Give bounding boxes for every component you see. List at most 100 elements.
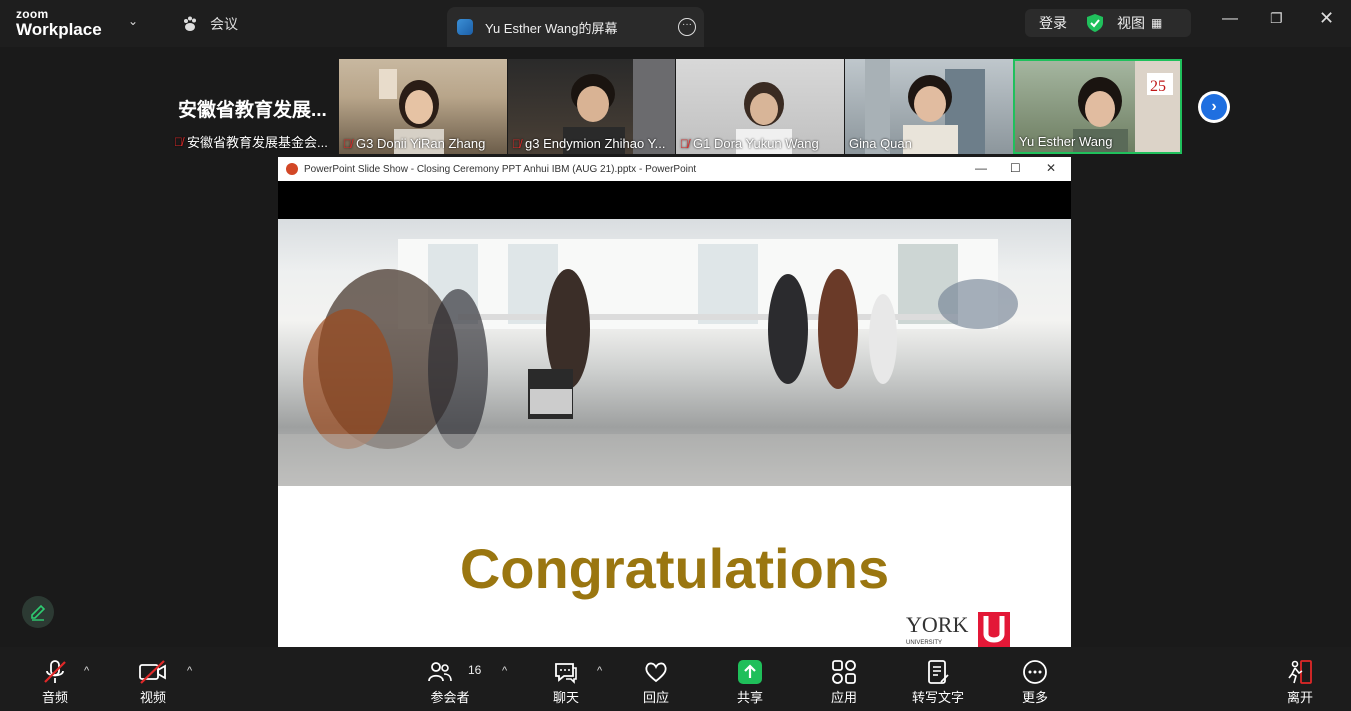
pencil-icon	[31, 604, 46, 621]
participant-name: 🎙̸ G3 Donii YiRan Zhang	[343, 136, 485, 151]
shared-screen: PowerPoint Slide Show - Closing Ceremony…	[278, 157, 1071, 647]
participant-name-text: Yu Esther Wang	[1019, 134, 1113, 149]
chevron-right-icon: ›	[1201, 94, 1227, 120]
apps-icon	[832, 660, 856, 684]
zoom-logo: zoom Workplace	[16, 8, 102, 38]
participant-name: Yu Esther Wang	[1019, 134, 1112, 149]
screen-share-icon	[457, 19, 473, 35]
powerpoint-title-bar: PowerPoint Slide Show - Closing Ceremony…	[278, 157, 1071, 181]
participants-label: 参会者	[430, 690, 470, 705]
more-options-icon[interactable]: ···	[678, 18, 696, 36]
participants-options-chevron-up-icon[interactable]: ^	[502, 665, 507, 677]
muted-mic-icon: 🎙̸	[343, 136, 352, 151]
participant-name: 🎙̸ 安徽省教育发展基金会...	[174, 132, 328, 151]
restore-icon[interactable]: ❐	[1270, 10, 1283, 27]
participants-count: 16	[468, 663, 482, 677]
participant-name-text: 安徽省教育发展基金会...	[187, 135, 328, 150]
meeting-menu[interactable]: 会议	[182, 14, 238, 34]
video-muted-icon	[139, 660, 166, 684]
heart-icon	[645, 662, 667, 683]
ppt-close-icon[interactable]: ✕	[1046, 161, 1056, 175]
meeting-menu-label: 会议	[210, 16, 238, 32]
transcript-button[interactable]: 转写文字	[898, 647, 978, 711]
annotate-button[interactable]	[22, 596, 54, 628]
participant-tile-video[interactable]: Gina Quan	[845, 59, 1013, 154]
ppt-minimize-icon[interactable]: —	[975, 161, 987, 175]
transcript-icon	[928, 660, 949, 684]
participant-name: 🎙̸ G1 Dora Yukun Wang	[680, 136, 819, 151]
more-button[interactable]: 更多	[995, 647, 1075, 711]
meeting-toolbar: 音频 ^ 视频 ^ 参会者 16 ^ 聊天 ^ 回应 共享 应用 转写文字 更多…	[0, 647, 1351, 711]
participant-tile-group[interactable]: 安徽省教育发展... 🎙̸ 安徽省教育发展基金会...	[170, 59, 338, 154]
leave-icon	[1288, 660, 1312, 684]
microphone-muted-icon	[44, 660, 66, 683]
more-label: 更多	[1021, 690, 1048, 705]
chat-options-chevron-up-icon[interactable]: ^	[597, 665, 602, 677]
title-bar: zoom Workplace ⌄ 会议 Yu Esther Wang的屏幕 ··…	[0, 0, 1351, 47]
header-right-controls: 登录 视图 ▦	[1025, 9, 1191, 37]
participant-name: Gina Quan	[849, 136, 912, 151]
participant-name-text: Gina Quan	[849, 136, 912, 151]
audio-label: 音频	[41, 690, 68, 705]
slide-photo	[278, 219, 1071, 486]
screen-share-tab[interactable]: Yu Esther Wang的屏幕 ···	[447, 7, 704, 47]
react-label: 回应	[642, 690, 669, 705]
apps-button[interactable]: 应用	[804, 647, 884, 711]
security-shield-icon[interactable]	[1087, 14, 1103, 32]
ppt-maximize-icon[interactable]: ☐	[1010, 161, 1021, 175]
participant-name-text: G1 Dora Yukun Wang	[693, 136, 819, 151]
muted-mic-icon: 🎙̸	[512, 136, 521, 151]
audio-options-chevron-up-icon[interactable]: ^	[84, 665, 89, 677]
apps-label: 应用	[830, 690, 857, 705]
share-button[interactable]: 共享	[710, 647, 790, 711]
leave-button[interactable]: 离开	[1260, 647, 1340, 711]
slide-heading: Congratulations	[459, 537, 890, 600]
leave-label: 离开	[1286, 690, 1313, 705]
more-icon	[1023, 660, 1047, 684]
chat-icon	[555, 663, 577, 684]
participant-tile-video[interactable]: 🎙̸ G1 Dora Yukun Wang	[676, 59, 844, 154]
svg-text:25: 25	[1150, 78, 1166, 95]
logo-menu-chevron-down-icon[interactable]: ⌄	[128, 14, 138, 28]
screen-share-title: Yu Esther Wang的屏幕	[485, 20, 618, 36]
next-page-button[interactable]: ›	[1198, 91, 1230, 123]
york-university-logo: YORK UNIVERSITY	[906, 612, 1016, 647]
participants-icon	[428, 662, 452, 682]
participant-tile-video[interactable]: 🎙̸ g3 Endymion Zhihao Y...	[508, 59, 675, 154]
chat-button[interactable]: 聊天	[526, 647, 606, 711]
participant-tile-video[interactable]: 🎙̸ G3 Donii YiRan Zhang	[339, 59, 507, 154]
slide-body: Congratulations YORK UNIVERSITY	[278, 486, 1071, 647]
video-options-chevron-up-icon[interactable]: ^	[187, 665, 192, 677]
login-button[interactable]: 登录	[1039, 13, 1067, 33]
participant-avatar-name: 安徽省教育发展...	[178, 100, 327, 121]
video-button[interactable]: 视频	[113, 647, 193, 711]
logo-big: Workplace	[16, 20, 102, 39]
participant-tile-active-speaker[interactable]: 25 Yu Esther Wang	[1013, 59, 1182, 154]
react-button[interactable]: 回应	[616, 647, 696, 711]
muted-mic-icon: 🎙̸	[174, 134, 183, 149]
logo-small: zoom	[16, 7, 49, 21]
muted-mic-icon: 🎙̸	[680, 136, 689, 151]
york-logo-subtext: UNIVERSITY	[906, 640, 942, 646]
video-label: 视频	[139, 690, 166, 705]
slide-photo-image	[278, 239, 1071, 486]
audio-button[interactable]: 音频	[15, 647, 95, 711]
minimize-icon[interactable]: —	[1222, 10, 1238, 28]
powerpoint-window-title: PowerPoint Slide Show - Closing Ceremony…	[304, 163, 697, 175]
share-screen-icon	[738, 660, 762, 684]
chat-label: 聊天	[552, 690, 579, 705]
paw-icon	[184, 16, 196, 31]
grid-view-icon[interactable]: ▦	[1151, 16, 1162, 30]
share-label: 共享	[736, 690, 763, 705]
participant-name-text: g3 Endymion Zhihao Y...	[525, 136, 666, 151]
close-icon[interactable]: ✕	[1319, 8, 1334, 29]
participant-strip: 安徽省教育发展... 🎙̸ 安徽省教育发展基金会... 🎙̸ G3 Donii …	[0, 47, 1351, 157]
slide-top-band	[278, 181, 1071, 219]
view-button[interactable]: 视图	[1117, 13, 1145, 33]
participants-button[interactable]: 参会者	[410, 647, 490, 711]
transcript-label: 转写文字	[911, 690, 964, 705]
participant-name-text: G3 Donii YiRan Zhang	[356, 136, 486, 151]
powerpoint-icon	[286, 163, 298, 175]
participant-name: 🎙̸ g3 Endymion Zhihao Y...	[512, 136, 665, 151]
york-logo-text: YORK	[906, 612, 968, 637]
